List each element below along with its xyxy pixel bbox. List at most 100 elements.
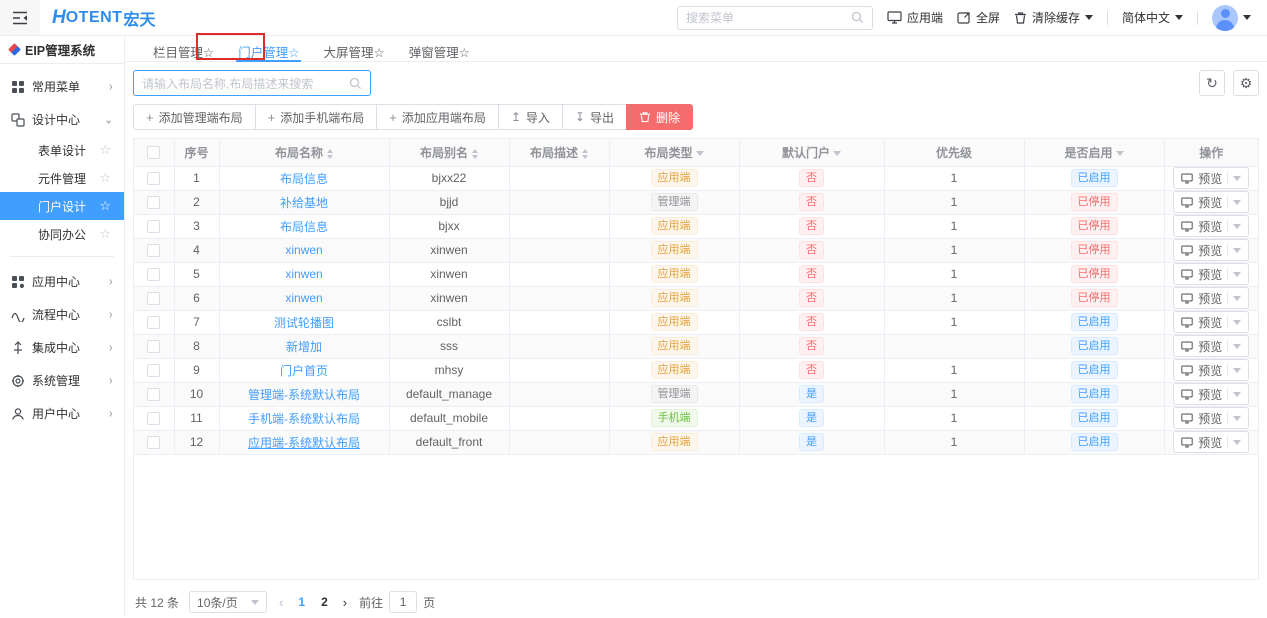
- import-button[interactable]: ↥导入: [498, 104, 563, 130]
- layout-name-link[interactable]: 布局信息: [280, 172, 328, 186]
- prev-page-button[interactable]: ‹: [277, 595, 285, 610]
- client-mode-button[interactable]: 应用端: [887, 9, 943, 26]
- sidebar-item-common-menu[interactable]: 常用菜单 ›: [0, 70, 124, 103]
- preview-button[interactable]: 预览: [1173, 191, 1249, 213]
- chevron-down-icon[interactable]: [1233, 320, 1241, 325]
- sidebar-item-flow-center[interactable]: 流程中心 ›: [0, 298, 124, 331]
- chevron-down-icon[interactable]: [1233, 272, 1241, 277]
- layout-name-link[interactable]: xinwen: [285, 291, 322, 305]
- language-selector[interactable]: 简体中文: [1122, 9, 1183, 26]
- sidebar-item-design-center[interactable]: 设计中心 ⌄: [0, 103, 124, 136]
- preview-button[interactable]: 预览: [1173, 239, 1249, 261]
- star-icon[interactable]: ☆: [99, 226, 111, 242]
- layout-name-link[interactable]: xinwen: [285, 267, 322, 281]
- sidebar-item-component-manage[interactable]: 元件管理 ☆: [0, 164, 124, 192]
- row-checkbox[interactable]: [147, 316, 160, 329]
- header-alias[interactable]: 布局别名: [389, 139, 509, 166]
- preview-button[interactable]: 预览: [1173, 311, 1249, 333]
- sort-icon[interactable]: [472, 149, 478, 159]
- add-app-layout-button[interactable]: +添加应用端布局: [376, 104, 499, 130]
- page-number-1[interactable]: 1: [295, 595, 308, 609]
- column-settings-button[interactable]: ⚙: [1233, 70, 1259, 96]
- chevron-down-icon[interactable]: [1233, 248, 1241, 253]
- tab-portal-manage[interactable]: 门户管理☆: [226, 36, 311, 61]
- row-checkbox[interactable]: [147, 364, 160, 377]
- tab-column-manage[interactable]: 栏目管理☆: [141, 36, 226, 61]
- row-checkbox[interactable]: [147, 436, 160, 449]
- sidebar-item-integration-center[interactable]: 集成中心 ›: [0, 331, 124, 364]
- row-checkbox[interactable]: [147, 268, 160, 281]
- filter-caret-icon[interactable]: [1116, 151, 1124, 156]
- preview-button[interactable]: 预览: [1173, 335, 1249, 357]
- preview-button[interactable]: 预览: [1173, 359, 1249, 381]
- row-checkbox[interactable]: [147, 172, 160, 185]
- chevron-down-icon[interactable]: [1233, 296, 1241, 301]
- filter-caret-icon[interactable]: [696, 151, 704, 156]
- sidebar-item-system-manage[interactable]: 系统管理 ›: [0, 364, 124, 397]
- preview-button[interactable]: 预览: [1173, 431, 1249, 453]
- chevron-down-icon[interactable]: [1233, 200, 1241, 205]
- header-enabled[interactable]: 是否启用: [1024, 139, 1164, 166]
- layout-name-link[interactable]: 门户首页: [280, 364, 328, 378]
- page-number-2[interactable]: 2: [318, 595, 331, 609]
- preview-button[interactable]: 预览: [1173, 287, 1249, 309]
- select-all-checkbox[interactable]: [147, 146, 160, 159]
- user-menu[interactable]: [1212, 5, 1251, 31]
- chevron-down-icon[interactable]: [1233, 416, 1241, 421]
- layout-name-link[interactable]: 布局信息: [280, 220, 328, 234]
- row-checkbox[interactable]: [147, 292, 160, 305]
- preview-button[interactable]: 预览: [1173, 215, 1249, 237]
- delete-button[interactable]: 删除: [626, 104, 693, 130]
- row-checkbox[interactable]: [147, 244, 160, 257]
- chevron-down-icon[interactable]: [1233, 440, 1241, 445]
- layout-name-link[interactable]: 手机端-系统默认布局: [248, 412, 360, 426]
- star-icon[interactable]: ☆: [99, 170, 111, 186]
- clear-cache-button[interactable]: 清除缓存: [1014, 9, 1093, 26]
- add-manage-layout-button[interactable]: +添加管理端布局: [133, 104, 256, 130]
- page-size-select[interactable]: 10条/页: [189, 591, 267, 613]
- sort-icon[interactable]: [582, 149, 588, 159]
- fullscreen-button[interactable]: 全屏: [957, 9, 1000, 26]
- layout-name-link[interactable]: 补给基地: [280, 196, 328, 210]
- add-mobile-layout-button[interactable]: +添加手机端布局: [255, 104, 378, 130]
- header-default-portal[interactable]: 默认门户: [739, 139, 884, 166]
- header-name[interactable]: 布局名称: [219, 139, 389, 166]
- tab-screen-manage[interactable]: 大屏管理☆: [311, 36, 396, 61]
- header-desc[interactable]: 布局描述: [509, 139, 609, 166]
- chevron-down-icon[interactable]: [1233, 368, 1241, 373]
- preview-button[interactable]: 预览: [1173, 407, 1249, 429]
- row-checkbox[interactable]: [147, 220, 160, 233]
- layout-name-link[interactable]: xinwen: [285, 243, 322, 257]
- row-checkbox[interactable]: [147, 340, 160, 353]
- preview-button[interactable]: 预览: [1173, 263, 1249, 285]
- filter-caret-icon[interactable]: [833, 151, 841, 156]
- sidebar-item-user-center[interactable]: 用户中心 ›: [0, 397, 124, 430]
- sort-icon[interactable]: [327, 149, 333, 159]
- row-checkbox[interactable]: [147, 196, 160, 209]
- tab-popup-manage[interactable]: 弹窗管理☆: [397, 36, 482, 61]
- refresh-button[interactable]: ↻: [1199, 70, 1225, 96]
- star-icon[interactable]: ☆: [99, 142, 111, 158]
- sidebar-item-collaboration[interactable]: 协同办公 ☆: [0, 220, 124, 248]
- preview-button[interactable]: 预览: [1173, 383, 1249, 405]
- row-checkbox[interactable]: [147, 388, 160, 401]
- sidebar-item-portal-design[interactable]: 门户设计 ☆: [0, 192, 124, 220]
- goto-page-input[interactable]: 1: [389, 591, 417, 613]
- chevron-down-icon[interactable]: [1233, 224, 1241, 229]
- layout-name-link[interactable]: 测试轮播图: [274, 316, 334, 330]
- layout-name-link[interactable]: 管理端-系统默认布局: [248, 388, 360, 402]
- row-checkbox[interactable]: [147, 412, 160, 425]
- chevron-down-icon[interactable]: [1233, 344, 1241, 349]
- layout-name-link[interactable]: 新增加: [286, 340, 322, 354]
- menu-search-input[interactable]: 搜索菜单: [677, 6, 873, 30]
- layout-name-link[interactable]: 应用端-系统默认布局: [248, 436, 360, 450]
- preview-button[interactable]: 预览: [1173, 167, 1249, 189]
- sidebar-item-app-center[interactable]: 应用中心 ›: [0, 265, 124, 298]
- export-button[interactable]: ↧导出: [562, 104, 627, 130]
- header-type[interactable]: 布局类型: [609, 139, 739, 166]
- layout-search-input[interactable]: 请输入布局名称,布局描述来搜索: [133, 70, 371, 96]
- next-page-button[interactable]: ›: [341, 595, 349, 610]
- star-icon[interactable]: ☆: [99, 198, 111, 214]
- sidebar-fold-button[interactable]: [0, 0, 40, 35]
- sidebar-item-form-design[interactable]: 表单设计 ☆: [0, 136, 124, 164]
